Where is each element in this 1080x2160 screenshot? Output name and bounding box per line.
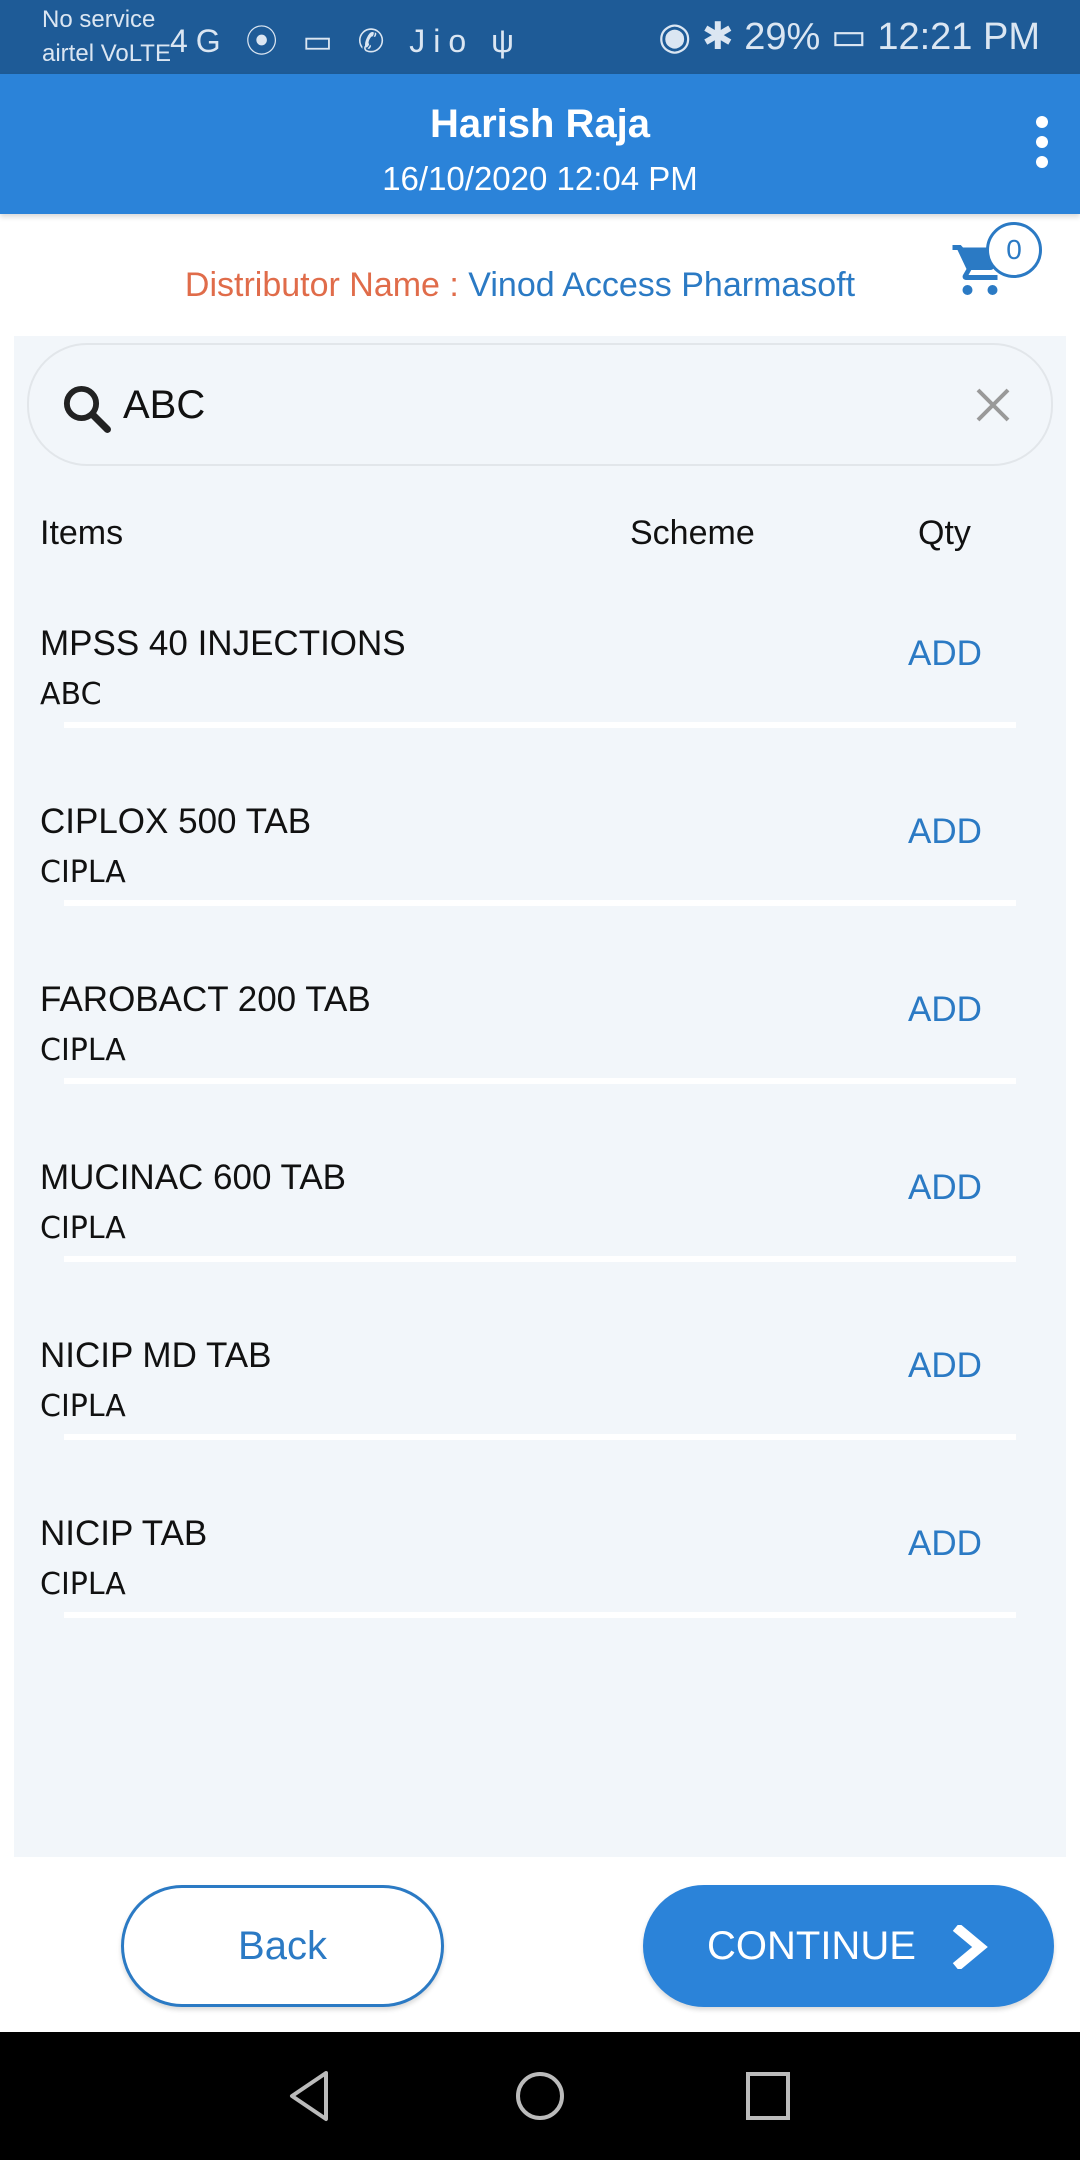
list-item: NICIP TAB CIPLA ADD bbox=[14, 1514, 1066, 1692]
item-company: CIPLA bbox=[40, 1389, 126, 1424]
item-name: MPSS 40 INJECTIONS bbox=[40, 624, 406, 663]
distributor-label: Distributor Name : bbox=[184, 266, 469, 304]
page-title: Harish Raja bbox=[429, 102, 651, 146]
chevron-right-icon bbox=[952, 1925, 988, 1969]
column-header-scheme: Scheme bbox=[630, 514, 755, 552]
carrier-status: No service bbox=[42, 6, 156, 33]
add-button[interactable]: ADD bbox=[908, 634, 982, 674]
column-header-qty: Qty bbox=[918, 514, 971, 552]
item-name: NICIP MD TAB bbox=[40, 1336, 272, 1375]
item-company: CIPLA bbox=[40, 1033, 126, 1068]
bottom-bar: Back CONTINUE bbox=[0, 1857, 1080, 2032]
list-item: MUCINAC 600 TAB CIPLA ADD bbox=[14, 1158, 1066, 1336]
search-input[interactable] bbox=[123, 375, 923, 435]
search-bar bbox=[27, 343, 1053, 466]
divider bbox=[64, 1612, 1016, 1618]
add-button[interactable]: ADD bbox=[908, 812, 982, 852]
back-button[interactable]: Back bbox=[121, 1885, 444, 2007]
add-button[interactable]: ADD bbox=[908, 1524, 982, 1564]
continue-button[interactable]: CONTINUE bbox=[643, 1885, 1054, 2007]
list-item: FAROBACT 200 TAB CIPLA ADD bbox=[14, 980, 1066, 1158]
status-right: ◉ ✱ 29% ▭ 12:21 PM bbox=[658, 16, 1040, 58]
more-options-icon[interactable] bbox=[1030, 116, 1054, 172]
column-header-items: Items bbox=[40, 514, 124, 552]
clear-search-icon[interactable] bbox=[973, 385, 1013, 425]
divider bbox=[64, 722, 1016, 728]
battery-level: 29% bbox=[744, 16, 821, 58]
clock: 12:21 PM bbox=[877, 16, 1040, 58]
item-company: CIPLA bbox=[40, 1567, 126, 1602]
distributor-info: Distributor Name : Vinod Access Pharmaso… bbox=[0, 266, 1080, 305]
search-icon bbox=[63, 385, 111, 433]
add-button[interactable]: ADD bbox=[908, 1346, 982, 1386]
list-item: CIPLOX 500 TAB CIPLA ADD bbox=[14, 802, 1066, 980]
item-company: CIPLA bbox=[40, 1211, 126, 1246]
distributor-name: Vinod Access Pharmasoft bbox=[468, 266, 856, 304]
divider bbox=[64, 1078, 1016, 1084]
cart-count-badge: 0 bbox=[986, 222, 1042, 278]
item-name: NICIP TAB bbox=[40, 1514, 208, 1553]
header-datetime: 16/10/2020 12:04 PM bbox=[382, 160, 698, 197]
item-name: CIPLOX 500 TAB bbox=[40, 802, 312, 841]
divider bbox=[64, 1434, 1016, 1440]
divider bbox=[64, 1256, 1016, 1262]
item-name: MUCINAC 600 TAB bbox=[40, 1158, 347, 1197]
nav-recents-icon[interactable] bbox=[744, 2070, 792, 2122]
system-nav-bar bbox=[0, 2032, 1080, 2160]
status-bar: No service airtel VoLTE 4G ⦿ ▭ ✆ Jio ψ ◉… bbox=[0, 0, 1080, 74]
nav-home-icon[interactable] bbox=[514, 2070, 566, 2122]
divider bbox=[64, 900, 1016, 906]
item-company: ABC bbox=[40, 677, 102, 712]
app-header: Harish Raja 16/10/2020 12:04 PM bbox=[0, 74, 1080, 214]
item-company: CIPLA bbox=[40, 855, 126, 890]
item-list-panel: Items Scheme Qty MPSS 40 INJECTIONS ABC … bbox=[14, 336, 1066, 1857]
item-name: FAROBACT 200 TAB bbox=[40, 980, 371, 1019]
list-item: NICIP MD TAB CIPLA ADD bbox=[14, 1336, 1066, 1514]
add-button[interactable]: ADD bbox=[908, 1168, 982, 1208]
continue-label: CONTINUE bbox=[707, 1924, 916, 1968]
carrier-name: airtel VoLTE bbox=[42, 40, 171, 67]
nav-back-icon[interactable] bbox=[286, 2070, 336, 2122]
notification-icons: 4G ⦿ ▭ ✆ Jio ψ bbox=[170, 23, 522, 59]
list-item: MPSS 40 INJECTIONS ABC ADD bbox=[14, 624, 1066, 802]
add-button[interactable]: ADD bbox=[908, 990, 982, 1030]
